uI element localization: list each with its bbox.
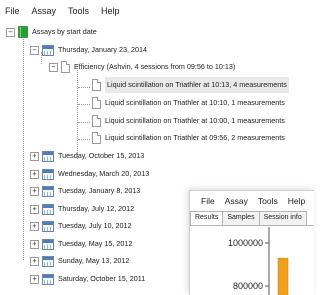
date-label: Sunday, May 13, 2012: [58, 256, 130, 265]
collapse-toggle-icon[interactable]: −: [6, 27, 15, 37]
date-label: Tuesday, May 15, 2012: [58, 239, 133, 248]
date-label: Thursday, July 12, 2012: [58, 204, 135, 213]
session-label: Liquid scintillation on Triathler at 09:…: [105, 133, 285, 142]
expand-toggle-icon[interactable]: +: [30, 221, 39, 231]
calendar-icon: [42, 220, 54, 232]
tree-node-session[interactable]: Liquid scintillation on Triathler at 10:…: [92, 77, 289, 93]
tree-connector: [78, 139, 90, 140]
menu-file[interactable]: File: [0, 0, 26, 22]
date-label: Wednesday, March 20, 2013: [58, 169, 150, 178]
expand-toggle-icon[interactable]: +: [30, 169, 39, 179]
tree-node-root[interactable]: − Assays by start date: [6, 24, 97, 40]
tree-node-date[interactable]: + Tuesday, January 8, 2013: [30, 183, 140, 199]
menu-tools[interactable]: Tools: [62, 0, 95, 22]
calendar-icon: [42, 273, 54, 285]
menu-assay[interactable]: Assay: [26, 0, 63, 22]
expand-toggle-icon[interactable]: +: [30, 274, 39, 284]
tree-node-session[interactable]: Liquid scintillation on Triathler at 10:…: [92, 113, 285, 129]
tree-connector: [23, 35, 24, 260]
tree-connector: [78, 87, 90, 88]
main-menubar: File Assay Tools Help: [0, 0, 311, 22]
overlay-menu-tools[interactable]: Tools: [253, 191, 283, 211]
calendar-icon: [42, 255, 54, 267]
overlay-window: File Assay Tools Help Results Samples Se…: [189, 190, 314, 295]
document-icon: [92, 79, 101, 91]
calendar-icon: [42, 168, 54, 180]
tree-node-session[interactable]: Liquid scintillation on Triathler at 09:…: [92, 130, 285, 146]
tree-node-date-expanded[interactable]: − Thursday, January 23, 2014: [30, 42, 147, 58]
overlay-menu-help[interactable]: Help: [283, 191, 310, 211]
overlay-menu-assay[interactable]: Assay: [220, 191, 253, 211]
calendar-icon: [42, 203, 54, 215]
tree-node-date[interactable]: + Saturday, October 15, 2011: [30, 271, 145, 287]
session-label: Liquid scintillation on Triathler at 10:…: [105, 116, 285, 125]
tree-node-date[interactable]: + Tuesday, May 15, 2012: [30, 236, 132, 252]
calendar-icon: [42, 238, 54, 250]
expand-toggle-icon[interactable]: +: [30, 239, 39, 249]
tree-node-date[interactable]: + Wednesday, March 20, 2013: [30, 166, 149, 182]
collapse-toggle-icon[interactable]: −: [30, 45, 39, 55]
tab-samples[interactable]: Samples: [222, 211, 260, 225]
results-chart: 1000000 800000: [228, 227, 289, 295]
tree-connector: [78, 104, 90, 105]
tab-results[interactable]: Results: [190, 211, 224, 225]
date-label: Thursday, January 23, 2014: [58, 45, 147, 54]
collapse-toggle-icon[interactable]: −: [49, 62, 58, 72]
expand-toggle-icon[interactable]: +: [30, 256, 39, 266]
calendar-icon: [42, 185, 54, 197]
expand-toggle-icon[interactable]: +: [30, 204, 39, 214]
document-icon: [92, 132, 101, 144]
document-icon: [61, 61, 70, 73]
menu-help[interactable]: Help: [95, 0, 126, 22]
tree-node-date[interactable]: + Sunday, May 13, 2012: [30, 253, 129, 269]
document-icon: [92, 97, 101, 109]
assay-book-icon: [18, 26, 28, 38]
date-label: Tuesday, October 15, 2013: [58, 151, 145, 160]
efficiency-label: Efficiency (Ashvin, 4 sessions from 09:5…: [74, 62, 236, 71]
y-tick-label-1000000: 1000000: [228, 238, 263, 248]
tree-root-label: Assays by start date: [32, 27, 97, 36]
tree-node-efficiency[interactable]: − Efficiency (Ashvin, 4 sessions from 09…: [49, 59, 235, 75]
tree-connector: [78, 122, 90, 123]
tree-node-date[interactable]: + Tuesday, July 10, 2012: [30, 218, 132, 234]
date-label: Tuesday, July 10, 2012: [58, 221, 132, 230]
tree-connector: [77, 70, 78, 159]
tab-session-info[interactable]: Session info: [258, 211, 307, 225]
calendar-icon: [42, 44, 54, 56]
overlay-menubar: File Assay Tools Help: [190, 191, 314, 211]
y-tick-label-800000: 800000: [233, 281, 263, 291]
expand-toggle-icon[interactable]: +: [30, 186, 39, 196]
tree-node-date[interactable]: + Tuesday, October 15, 2013: [30, 148, 144, 164]
session-label: Liquid scintillation on Triathler at 10:…: [105, 77, 289, 93]
date-label: Saturday, October 15, 2011: [58, 274, 146, 283]
tree-node-date[interactable]: + Thursday, July 12, 2012: [30, 201, 134, 217]
result-bar[interactable]: [277, 257, 289, 295]
overlay-menu-file[interactable]: File: [190, 191, 220, 211]
overlay-tabs: Results Samples Session info: [190, 211, 314, 226]
date-label: Tuesday, January 8, 2013: [58, 186, 141, 195]
document-icon: [92, 115, 101, 127]
expand-toggle-icon[interactable]: +: [30, 151, 39, 161]
tree-node-session[interactable]: Liquid scintillation on Triathler at 10:…: [92, 95, 285, 111]
session-label: Liquid scintillation on Triathler at 10:…: [105, 98, 285, 107]
calendar-icon: [42, 150, 54, 162]
